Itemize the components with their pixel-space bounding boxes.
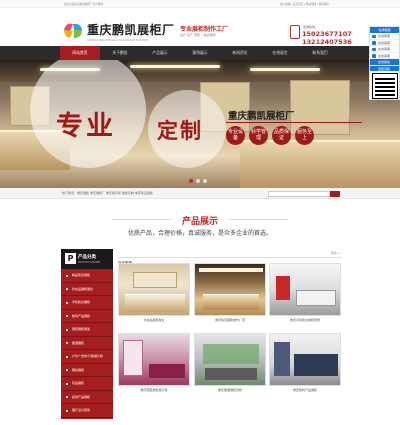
badge-quality: 品质保证 (272, 126, 291, 145)
nav-item-products[interactable]: 产品展示 (140, 46, 180, 60)
product-image[interactable] (118, 333, 190, 386)
hero-banner[interactable]: 专业 定制 重庆鹏凯展柜厂 专业设备 科学管理 品质保证 服务至上 (0, 60, 400, 188)
product-caption[interactable]: 重庆珠宝展柜制作厂家 (194, 318, 266, 322)
product-image[interactable] (269, 263, 341, 316)
main-nav: 网站首页 关于鹏凯 产品展示 案例展示 新闻资讯 在线留言 联系我们 (0, 46, 400, 60)
nav-item-cases[interactable]: 案例展示 (180, 46, 220, 60)
site-header: 重庆鹏凯展柜厂 CHONGQING PENGKAI SHOWCASE FACTO… (0, 8, 400, 46)
badge-equipment: 专业设备 (226, 126, 245, 145)
product-caption[interactable]: 重庆数码产品展柜 (269, 388, 341, 392)
ceiling-light (250, 68, 320, 71)
product-image[interactable] (269, 333, 341, 386)
display-counter (240, 140, 400, 188)
top-links[interactable]: 加入收藏 | 设为首页 | 网站地图 | 联系我们 (280, 2, 329, 6)
hero-text-zhuanye: 专业 (56, 111, 116, 142)
ceiling-light (130, 65, 220, 68)
hero-badges: 专业设备 科学管理 品质保证 服务至上 (226, 126, 314, 145)
category-item[interactable]: 药品展柜 (61, 377, 113, 391)
product-card[interactable]: 重庆数码产品展柜 (269, 333, 341, 395)
category-item[interactable]: 户外广告牌/灯箱展示柜 (61, 350, 113, 364)
category-item[interactable]: 服装展柜展架 (61, 323, 113, 337)
phone-number-2: 13212407536 (302, 38, 352, 46)
slider-dots (189, 179, 207, 183)
slider-dot[interactable] (189, 179, 193, 183)
product-caption[interactable]: 化妆品展柜展台 (118, 318, 190, 322)
product-image[interactable] (118, 263, 190, 316)
category-panel: P 产品分类 PRODUCT CENTER 精品珠宝展柜 化妆品展柜展台 手机柜… (61, 249, 113, 419)
search-button[interactable] (330, 190, 340, 197)
category-item[interactable]: 展厅设计装修 (61, 404, 113, 418)
phone-icon (290, 25, 300, 39)
product-card[interactable]: 重庆珠宝展柜制作厂家 (194, 263, 266, 325)
nav-item-contact[interactable]: 联系我们 (300, 46, 340, 60)
nav-item-news[interactable]: 新闻资讯 (220, 46, 260, 60)
hero-divider (226, 122, 362, 123)
hot-search-text: 热门搜索：重庆展柜 重庆展柜厂 重庆展示柜 展柜定制 重庆珠宝展柜 (62, 191, 153, 195)
category-item[interactable]: 眼镜展柜 (61, 364, 113, 377)
product-card[interactable]: 重庆服装展柜展示架 (118, 333, 190, 395)
floating-service-panel: 在线客服 在线客服 在线客服 在线客服 在线客服 在线留言 返回顶部 扫一扫关注 (369, 26, 400, 104)
category-item[interactable]: 精品珠宝展柜 (61, 269, 113, 283)
category-header: P 产品分类 PRODUCT CENTER (61, 249, 113, 269)
qr-label: 扫一扫关注 (377, 100, 392, 104)
brand-name: 重庆鹏凯展柜厂 (87, 23, 175, 37)
more-link[interactable]: 更多>> (331, 249, 342, 258)
category-item[interactable]: 其他产品展柜 (61, 391, 113, 404)
product-card[interactable]: 重庆手机柜台展柜定制 (269, 263, 341, 325)
phone-number-1: 15023677107 (302, 30, 352, 38)
nav-item-home[interactable]: 网站首页 (60, 46, 100, 60)
products-header: 新品推荐 更多>> (118, 249, 342, 265)
product-caption[interactable]: 重庆服装展柜展示架 (118, 388, 190, 392)
welcome-text: 欢迎光临重庆鹏凯展柜厂官方网站 (64, 3, 103, 6)
search-input[interactable] (268, 190, 330, 197)
slider-dot[interactable] (196, 179, 200, 183)
hotline-label: 咨询热线： (303, 25, 319, 29)
badge-service: 服务至上 (295, 126, 314, 145)
nav-item-about[interactable]: 关于鹏凯 (100, 46, 140, 60)
slogan-sub: 设计 生产 安装 一站式服务 (180, 33, 216, 37)
category-item[interactable]: 化妆品展柜展台 (61, 283, 113, 296)
section-subtitle: 优质产品，合理价格，真诚服务，是众多企业的首选。 (127, 230, 272, 237)
brand-name-en: CHONGQING PENGKAI SHOWCASE FACTORY (87, 38, 149, 42)
slider-dot[interactable] (203, 179, 207, 183)
category-letter: P (65, 253, 76, 264)
section-title: 产品展示 (181, 217, 218, 227)
hero-text-dingzhi: 定制 (157, 119, 203, 143)
hero-company: 重庆鹏凯展柜厂 (228, 111, 295, 122)
back-to-top[interactable]: 返回顶部 (370, 65, 399, 72)
product-image[interactable] (194, 333, 266, 386)
logo-icon[interactable] (62, 20, 84, 40)
nav-item-message[interactable]: 在线留言 (260, 46, 300, 60)
top-bar: 欢迎光临重庆鹏凯展柜厂官方网站 加入收藏 | 设为首页 | 网站地图 | 联系我… (0, 0, 400, 8)
category-item[interactable]: 数码产品展柜 (61, 310, 113, 323)
slogan-main: 专业展柜制作工厂 (180, 26, 229, 33)
category-title-en: PRODUCT CENTER (78, 261, 101, 264)
product-card[interactable]: 重庆烟酒展柜定制 (194, 333, 266, 395)
product-caption[interactable]: 重庆烟酒展柜定制 (194, 388, 266, 392)
category-item[interactable]: 手机柜台展柜 (61, 296, 113, 310)
qr-code-icon (371, 73, 398, 99)
product-caption[interactable]: 重庆手机柜台展柜定制 (269, 318, 341, 322)
badge-management: 科学管理 (249, 126, 268, 145)
product-card[interactable]: 化妆品展柜展台 (118, 263, 190, 325)
search-bar: 热门搜索：重庆展柜 重庆展柜厂 重庆展示柜 展柜定制 重庆珠宝展柜 (0, 188, 400, 199)
category-title: 产品分类 (78, 255, 96, 260)
product-image[interactable] (194, 263, 266, 316)
category-item[interactable]: 烟酒展柜 (61, 337, 113, 350)
